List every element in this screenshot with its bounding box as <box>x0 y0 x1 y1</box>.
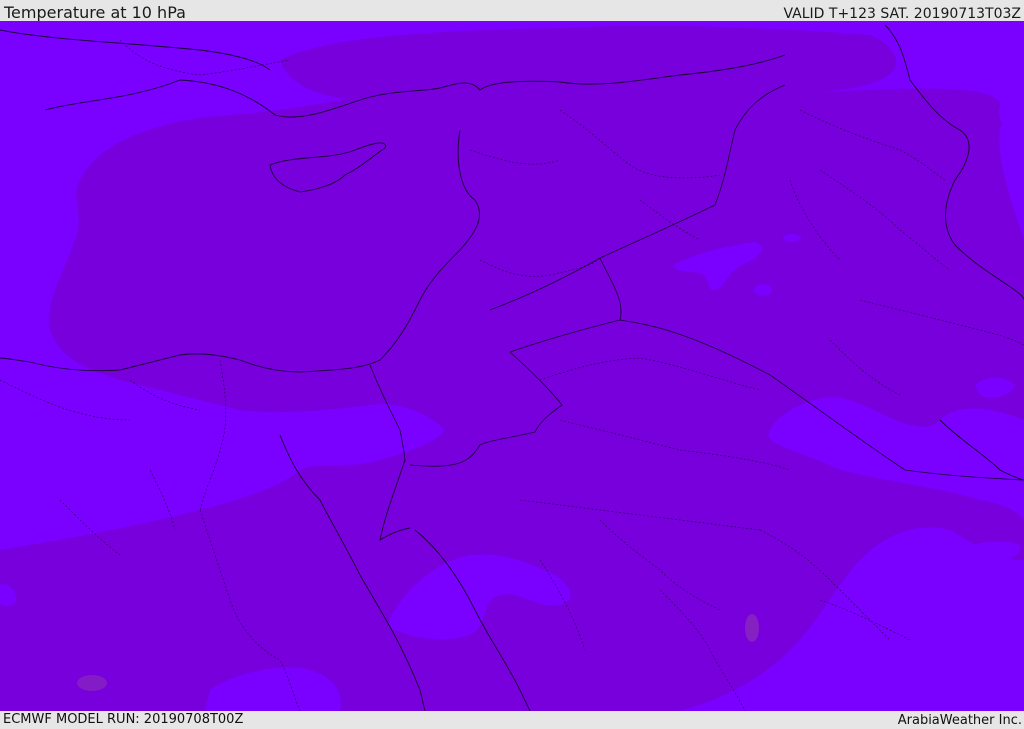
footer-bar: ECMWF MODEL RUN: 20190708T00Z ArabiaWeat… <box>0 711 1024 729</box>
map-title: Temperature at 10 hPa <box>4 3 186 22</box>
cool-patch-small-1 <box>754 284 772 296</box>
warm-spot-2 <box>77 675 107 691</box>
warm-spot-1 <box>745 614 759 642</box>
model-run-label: ECMWF MODEL RUN: 20190708T00Z <box>3 712 244 727</box>
credit-label: ArabiaWeather Inc. <box>897 713 1022 728</box>
temperature-map[interactable] <box>0 21 1024 711</box>
header-bar: Temperature at 10 hPa VALID T+123 SAT. 2… <box>0 0 1024 22</box>
cool-patch-small-2 <box>783 234 801 242</box>
